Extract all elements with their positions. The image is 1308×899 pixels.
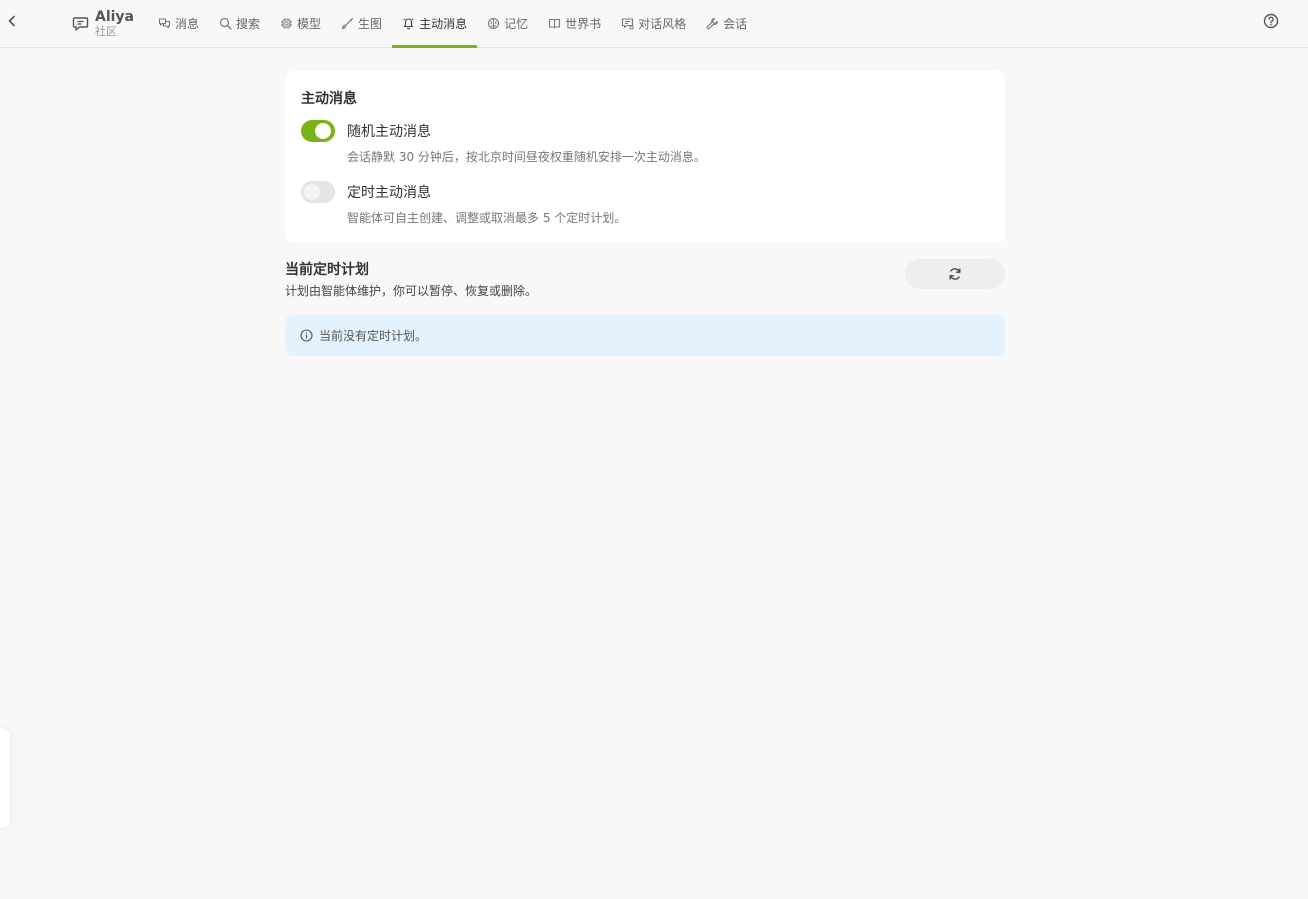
refresh-button[interactable] bbox=[905, 259, 1005, 289]
scheduled-proactive-label: 定时主动消息 bbox=[347, 185, 431, 201]
random-proactive-desc: 会话静默 30 分钟后，按北京时间昼夜权重随机安排一次主动消息。 bbox=[347, 150, 706, 164]
help-button[interactable] bbox=[1262, 12, 1280, 30]
help-icon bbox=[1263, 13, 1279, 29]
bell-icon bbox=[403, 18, 414, 30]
plans-desc: 计划由智能体维护，你可以暂停、恢复或删除。 bbox=[285, 284, 538, 298]
scheduled-proactive-toggle[interactable] bbox=[301, 181, 335, 203]
chat-icon bbox=[72, 16, 89, 31]
chat-style-icon bbox=[622, 18, 634, 30]
app-name: Aliya bbox=[95, 8, 135, 25]
refresh-icon bbox=[949, 268, 961, 280]
search-icon bbox=[219, 17, 232, 30]
chevron-left-icon bbox=[8, 15, 15, 27]
brush-icon bbox=[341, 17, 354, 30]
tab-label: 模型 bbox=[297, 17, 322, 31]
tab-models[interactable]: 模型 bbox=[270, 0, 331, 47]
tab-label: 世界书 bbox=[565, 17, 602, 31]
tab-world-book[interactable]: 世界书 bbox=[538, 0, 611, 47]
tab-label: 对话风格 bbox=[638, 17, 687, 31]
tab-label: 记忆 bbox=[504, 17, 529, 31]
toggle-knob bbox=[304, 184, 320, 200]
random-proactive-toggle[interactable] bbox=[301, 120, 335, 142]
scheduled-option: 定时主动消息 智能体可自主创建、调整或取消最多 5 个定时计划。 bbox=[301, 181, 989, 226]
info-icon bbox=[300, 329, 313, 342]
message-icon bbox=[158, 18, 171, 29]
tab-image-gen[interactable]: 生图 bbox=[331, 0, 392, 47]
top-bar: Aliya 社区 消息 搜索 模型 生图 主动消息 记忆 世界书 对话风格 会话 bbox=[0, 0, 1308, 48]
chip-icon bbox=[281, 18, 293, 29]
app-subtitle: 社区 bbox=[95, 24, 117, 38]
toggle-knob bbox=[315, 123, 331, 139]
random-option: 随机主动消息 会话静默 30 分钟后，按北京时间昼夜权重随机安排一次主动消息。 bbox=[301, 120, 989, 165]
tab-label: 会话 bbox=[723, 17, 748, 31]
section-title: 主动消息 bbox=[301, 91, 357, 107]
book-icon bbox=[549, 18, 561, 29]
tab-memory[interactable]: 记忆 bbox=[477, 0, 538, 47]
tab-proactive-messages[interactable]: 主动消息 bbox=[392, 0, 478, 48]
brand: Aliya 社区 bbox=[72, 7, 134, 39]
nav-tabs: 消息 搜索 模型 生图 主动消息 记忆 世界书 对话风格 会话 bbox=[148, 0, 757, 48]
scheduled-proactive-desc: 智能体可自主创建、调整或取消最多 5 个定时计划。 bbox=[347, 211, 627, 225]
tab-search[interactable]: 搜索 bbox=[209, 0, 270, 47]
side-panel-handle[interactable] bbox=[0, 728, 10, 828]
tab-messages[interactable]: 消息 bbox=[148, 0, 209, 47]
tab-label: 主动消息 bbox=[419, 17, 468, 31]
wrench-icon bbox=[706, 17, 719, 30]
tab-session[interactable]: 会话 bbox=[696, 0, 757, 47]
empty-plans-notice: 当前没有定时计划。 bbox=[285, 315, 1005, 356]
back-button[interactable] bbox=[2, 11, 22, 31]
plans-title: 当前定时计划 bbox=[285, 262, 369, 278]
tab-label: 生图 bbox=[358, 17, 383, 31]
proactive-settings-card: 主动消息 随机主动消息 会话静默 30 分钟后，按北京时间昼夜权重随机安排一次主… bbox=[285, 71, 1005, 243]
tab-chat-style[interactable]: 对话风格 bbox=[611, 0, 696, 47]
tab-label: 搜索 bbox=[236, 17, 261, 31]
empty-plans-text: 当前没有定时计划。 bbox=[319, 329, 428, 343]
brain-icon bbox=[488, 17, 500, 30]
tab-label: 消息 bbox=[175, 17, 200, 31]
random-proactive-label: 随机主动消息 bbox=[347, 124, 431, 140]
